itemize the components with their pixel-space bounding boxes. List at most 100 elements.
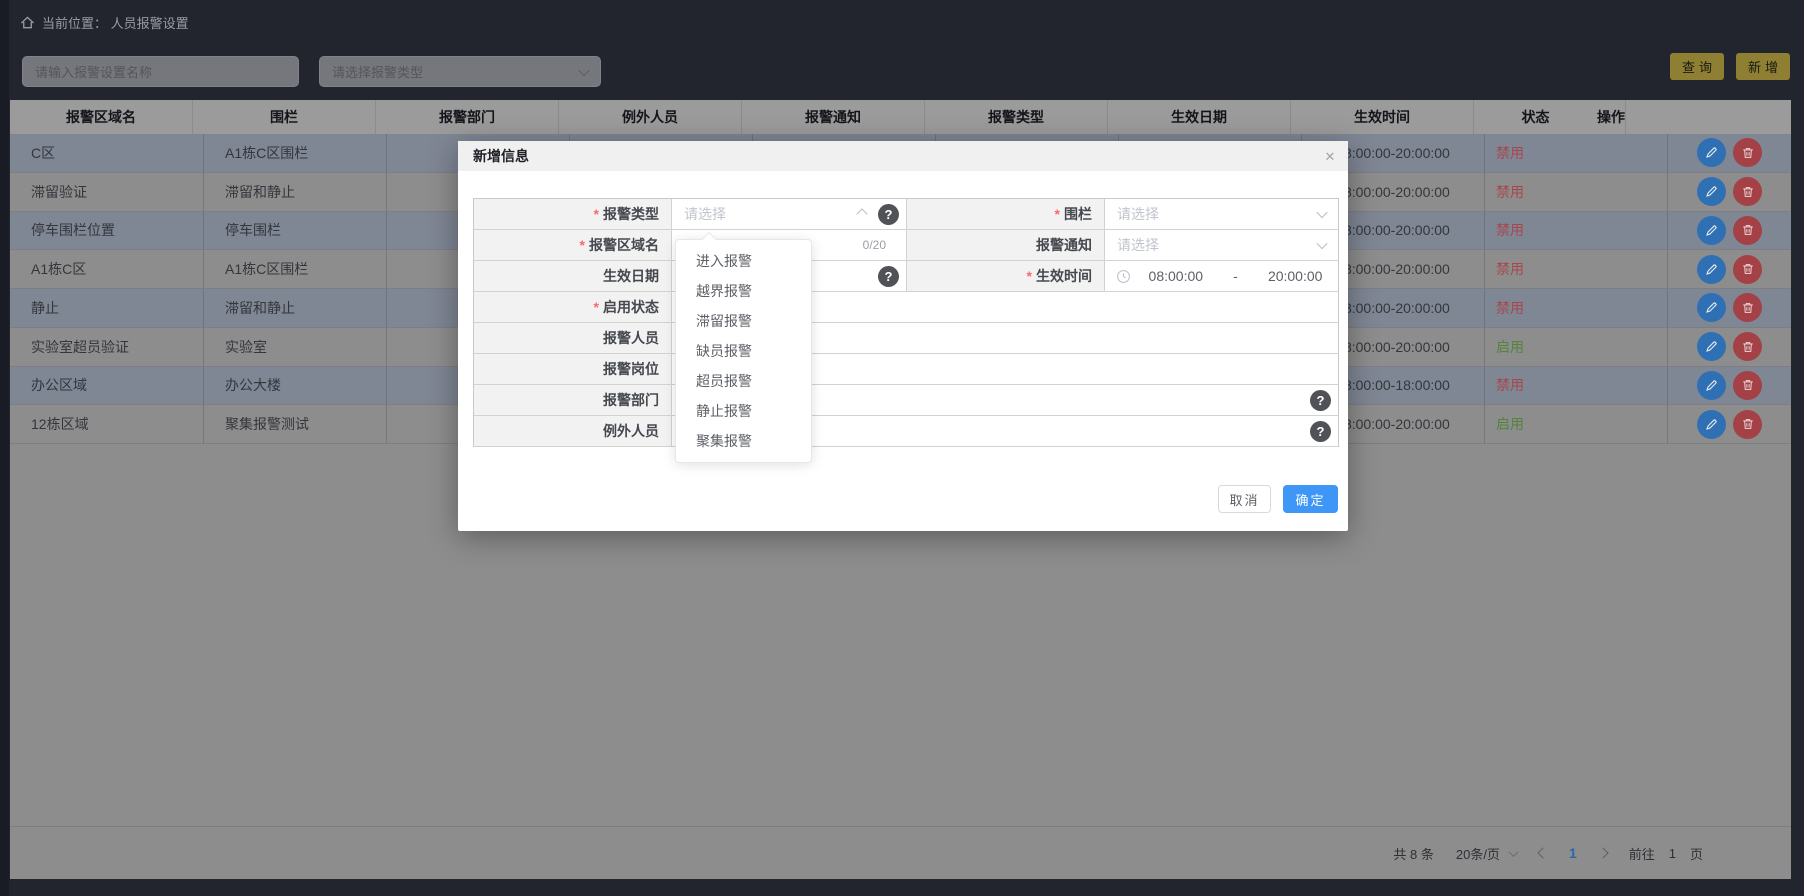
dropdown-option[interactable]: 超员报警	[676, 366, 811, 396]
dropdown-option[interactable]: 静止报警	[676, 396, 811, 426]
alarm-name-input[interactable]: 请输入报警设置名称	[22, 56, 299, 87]
home-icon	[20, 15, 35, 30]
trash-icon	[1741, 185, 1755, 199]
form-row-area-notify: * 报警区域名 0/20 报警通知 请选择	[474, 230, 1338, 261]
pencil-icon	[1704, 262, 1719, 277]
edit-button[interactable]	[1697, 255, 1726, 284]
goto-page-input[interactable]: 1	[1669, 846, 1676, 861]
query-button[interactable]: 查询	[1670, 53, 1724, 80]
clock-icon	[1116, 269, 1131, 284]
page-size-select[interactable]: 20条/页	[1456, 844, 1517, 863]
trash-icon	[1741, 417, 1755, 431]
dropdown-option[interactable]: 聚集报警	[676, 426, 811, 456]
cell-area: 停车围栏位置	[10, 212, 204, 251]
form-row-except: 例外人员 ?	[474, 416, 1338, 447]
cell-fence: 办公大楼	[204, 367, 387, 406]
edit-button[interactable]	[1697, 371, 1726, 400]
cell-operations	[1668, 212, 1791, 251]
start-time[interactable]: 08:00:00	[1133, 268, 1219, 284]
fence-select[interactable]: 请选择	[1105, 199, 1338, 229]
cell-area: 滞留验证	[10, 173, 204, 212]
alarm-type-select[interactable]: 请选择	[672, 199, 878, 229]
table-header-cell: 生效日期	[1108, 100, 1291, 134]
delete-button[interactable]	[1733, 293, 1762, 322]
table-header-cell: 报警部门	[376, 100, 559, 134]
status-badge: 禁用	[1485, 367, 1668, 406]
cell-operations	[1668, 173, 1791, 212]
table-header-cell: 报警通知	[742, 100, 925, 134]
total-count: 共 8 条	[1393, 844, 1433, 863]
cell-operations	[1668, 405, 1791, 444]
add-info-form: * 报警类型 请选择 ? * 围栏 请选择	[473, 198, 1339, 447]
trash-icon	[1741, 262, 1755, 276]
pencil-icon	[1704, 184, 1719, 199]
edit-button[interactable]	[1697, 293, 1726, 322]
help-icon[interactable]: ?	[1310, 390, 1331, 411]
alarm-type-dropdown: 进入报警越界报警滞留报警缺员报警超员报警静止报警聚集报警	[675, 239, 812, 463]
alarm-type-field: 请选择 ?	[672, 199, 907, 229]
breadcrumb-label: 当前位置： 人员报警设置	[42, 13, 189, 32]
edit-button[interactable]	[1697, 177, 1726, 206]
close-icon[interactable]: ✕	[1321, 148, 1339, 166]
current-page[interactable]: 1	[1569, 845, 1577, 861]
pencil-icon	[1704, 339, 1719, 354]
dropdown-option[interactable]: 进入报警	[676, 246, 811, 276]
alarm-type-label: * 报警类型	[474, 199, 672, 229]
trash-icon	[1741, 223, 1755, 237]
help-icon[interactable]: ?	[878, 266, 899, 287]
enable-status-label: * 启用状态	[474, 292, 672, 322]
delete-button[interactable]	[1733, 410, 1762, 439]
delete-button[interactable]	[1733, 332, 1762, 361]
effective-time-label: * 生效时间	[907, 261, 1105, 291]
form-row-person: 报警人员	[474, 323, 1338, 354]
alarm-notify-select[interactable]: 请选择	[1105, 230, 1338, 260]
goto-label: 前往	[1629, 844, 1655, 863]
cell-area: 实验室超员验证	[10, 328, 204, 367]
cell-fence: A1栋C区围栏	[204, 250, 387, 289]
cell-area: 12栋区域	[10, 405, 204, 444]
delete-button[interactable]	[1733, 255, 1762, 284]
add-button[interactable]: 新增	[1736, 53, 1790, 80]
delete-button[interactable]	[1733, 177, 1762, 206]
edit-button[interactable]	[1697, 410, 1726, 439]
alarm-name-placeholder: 请输入报警设置名称	[35, 62, 152, 81]
end-time[interactable]: 20:00:00	[1252, 268, 1338, 284]
form-row-dept: 报警部门 ?	[474, 385, 1338, 416]
help-icon[interactable]: ?	[1310, 421, 1331, 442]
cancel-button[interactable]: 取消	[1218, 485, 1271, 513]
pencil-icon	[1704, 378, 1719, 393]
edit-button[interactable]	[1697, 216, 1726, 245]
pencil-icon	[1704, 300, 1719, 315]
dropdown-option[interactable]: 滞留报警	[676, 306, 811, 336]
form-row-status: * 启用状态	[474, 292, 1338, 323]
delete-button[interactable]	[1733, 216, 1762, 245]
dropdown-option[interactable]: 缺员报警	[676, 336, 811, 366]
prev-page-button[interactable]	[1539, 849, 1547, 857]
help-icon[interactable]: ?	[878, 204, 899, 225]
edit-button[interactable]	[1697, 332, 1726, 361]
chevron-down-icon	[578, 64, 589, 75]
effective-time-range-picker[interactable]: 08:00:00 - 20:00:00	[1105, 261, 1338, 291]
trash-icon	[1741, 301, 1755, 315]
alarm-notify-field: 请选择	[1105, 230, 1338, 260]
confirm-button[interactable]: 确定	[1283, 485, 1338, 513]
alarm-type-filter-select[interactable]: 请选择报警类型	[319, 56, 601, 87]
status-badge: 禁用	[1485, 289, 1668, 328]
cell-fence: A1栋C区围栏	[204, 134, 387, 173]
time-separator: -	[1219, 268, 1253, 284]
table-header-cell: 操作	[1597, 100, 1626, 134]
alarm-notify-label: 报警通知	[907, 230, 1105, 260]
modal-title: 新增信息	[473, 146, 529, 166]
alarm-type-filter-placeholder: 请选择报警类型	[332, 62, 423, 81]
edit-button[interactable]	[1697, 138, 1726, 167]
delete-button[interactable]	[1733, 371, 1762, 400]
delete-button[interactable]	[1733, 138, 1762, 167]
dropdown-option[interactable]: 越界报警	[676, 276, 811, 306]
pencil-icon	[1704, 223, 1719, 238]
chevron-down-icon	[1316, 238, 1327, 249]
cell-area: 办公区域	[10, 367, 204, 406]
chevron-right-icon	[1597, 847, 1608, 858]
status-badge: 禁用	[1485, 173, 1668, 212]
next-page-button[interactable]	[1599, 849, 1607, 857]
cell-operations	[1668, 328, 1791, 367]
